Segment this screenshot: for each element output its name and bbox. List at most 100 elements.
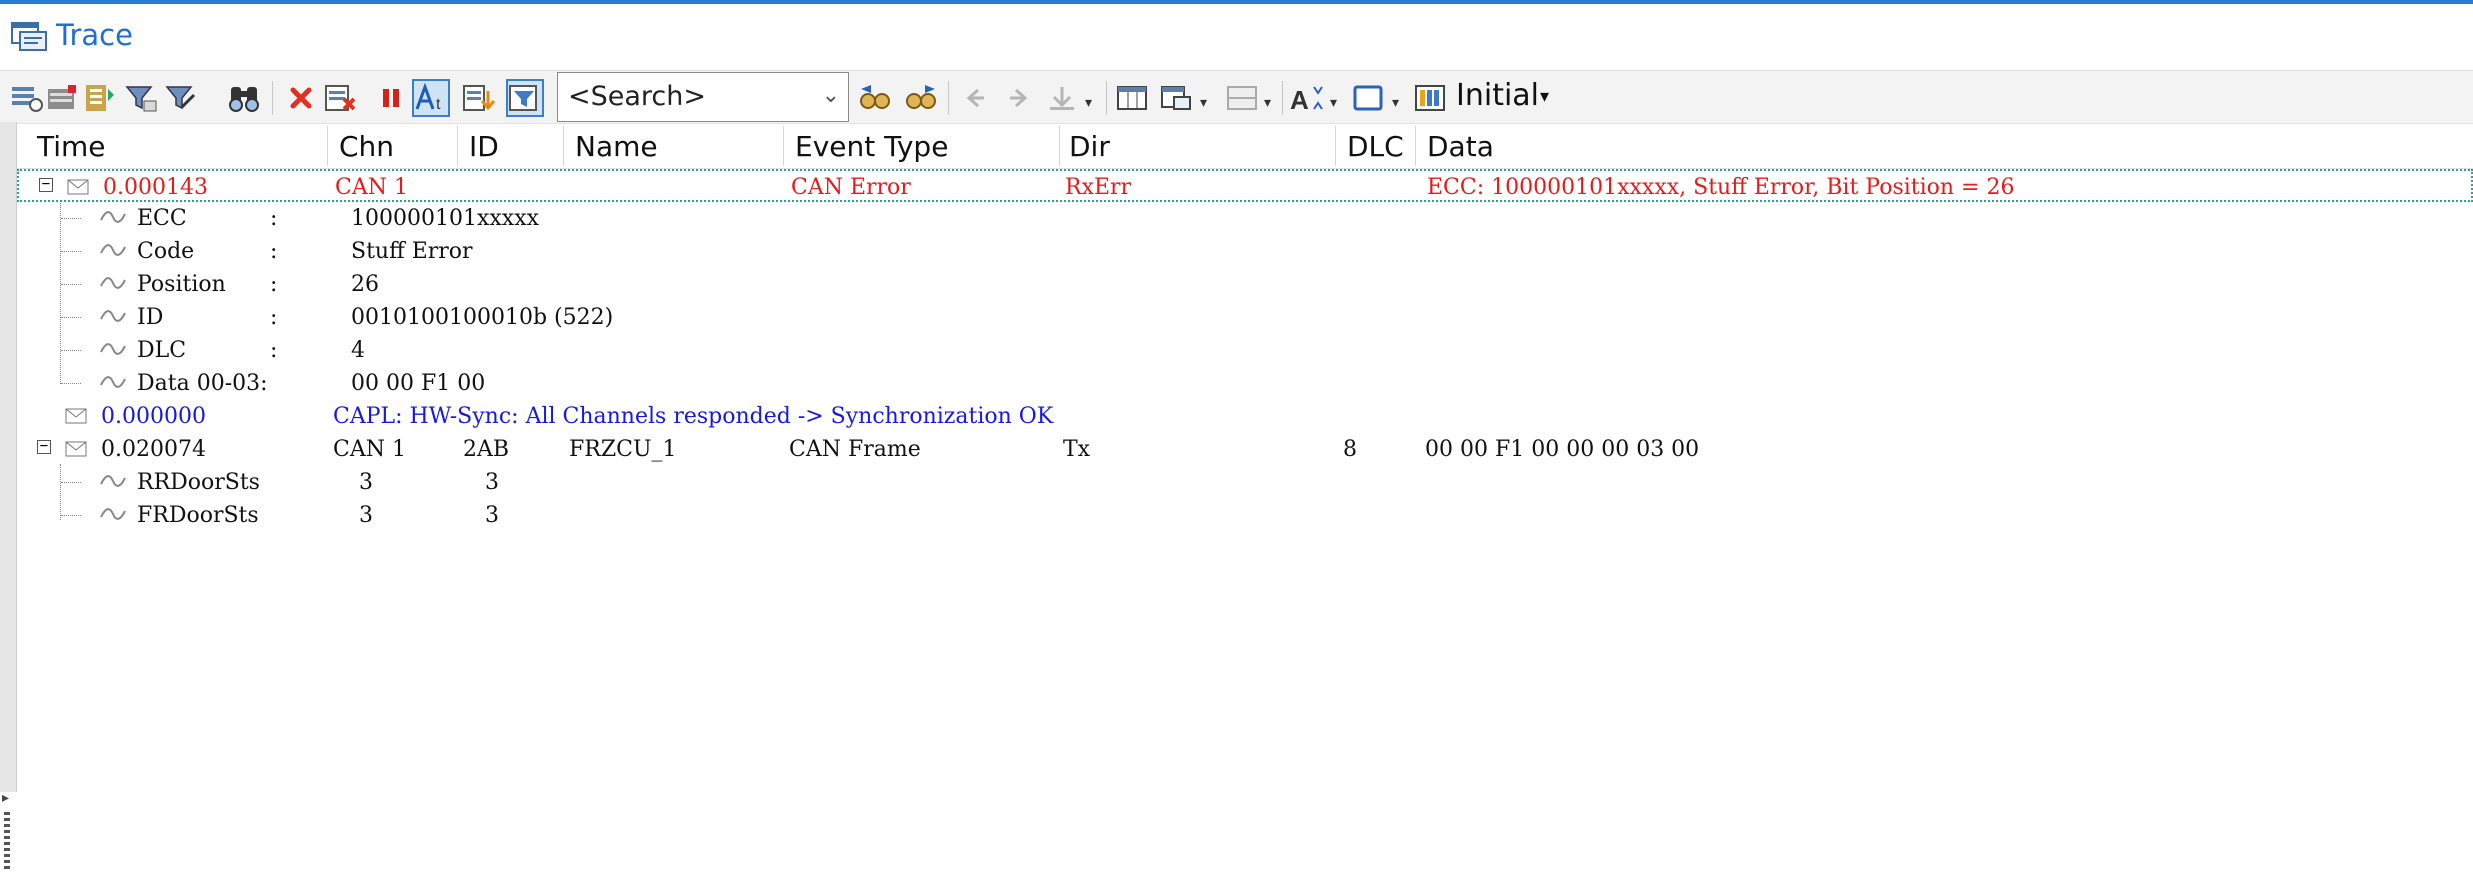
column-divider[interactable] (1335, 126, 1336, 166)
chronological-view-icon[interactable] (44, 79, 82, 117)
color-scheme-icon[interactable] (1412, 79, 1450, 117)
signal-name: RRDoorSts (137, 470, 260, 495)
detail-value: 00 00 F1 00 (351, 371, 486, 396)
column-dir[interactable]: Dir (1069, 130, 1110, 163)
search-dropdown-icon[interactable]: ⌄ (822, 83, 840, 108)
collapse-icon[interactable]: − (37, 439, 51, 454)
find-icon[interactable] (226, 79, 264, 117)
detail-name: Data 00-03: (137, 371, 268, 396)
signal-row[interactable]: FRDoorSts 3 3 (17, 499, 2473, 532)
marker-icon[interactable] (1044, 79, 1082, 117)
error-detail-row[interactable]: ECC : 100000101xxxxx (17, 202, 2473, 235)
row-name: FRZCU_1 (569, 437, 677, 462)
column-divider[interactable] (1415, 126, 1416, 166)
signal-row[interactable]: RRDoorSts 3 3 (17, 466, 2473, 499)
toolbar-separator (1106, 81, 1107, 115)
filter-edit-icon[interactable] (162, 79, 200, 117)
detail-name: DLC (137, 338, 187, 363)
column-divider[interactable] (563, 126, 564, 166)
column-divider[interactable] (327, 126, 328, 166)
trace-row-can-error[interactable]: − 0.000143 CAN 1 CAN Error RxErr ECC: 10… (17, 169, 2473, 202)
error-detail-row[interactable]: Position : 26 (17, 268, 2473, 301)
signal-raw-value: 3 (359, 503, 373, 528)
time-mode-icon[interactable]: t (412, 79, 450, 117)
column-time[interactable]: Time (37, 130, 106, 163)
detail-separator: : (270, 338, 278, 363)
column-chn[interactable]: Chn (339, 130, 394, 163)
row-dlc: 8 (1343, 437, 1357, 462)
layout-dropdown-arrow[interactable]: ▾ (1200, 95, 1207, 111)
tree-connector (61, 515, 81, 516)
back-icon[interactable] (956, 79, 994, 117)
scroll-view-icon[interactable] (80, 79, 118, 117)
find-next-icon[interactable] (902, 79, 940, 117)
split-icon[interactable] (1224, 79, 1262, 117)
column-divider[interactable] (783, 126, 784, 166)
error-detail-row[interactable]: Data 00-03: 00 00 F1 00 (17, 367, 2473, 400)
tree-connector (61, 218, 81, 219)
row-time: 0.020074 (101, 437, 206, 462)
collapse-icon[interactable]: − (39, 177, 53, 192)
search-input[interactable]: <Search> (568, 81, 706, 112)
clear-trace-icon[interactable] (322, 79, 360, 117)
clear-icon[interactable] (282, 79, 320, 117)
split-dropdown-arrow[interactable]: ▾ (1264, 95, 1271, 111)
filter-icon[interactable] (122, 79, 160, 117)
view-selector-dropdown-arrow[interactable]: ▾ (1540, 86, 1549, 107)
window-layout-icon[interactable] (1350, 79, 1388, 117)
search-box[interactable]: <Search> ⌄ (557, 72, 849, 122)
row-capl-text: CAPL: HW-Sync: All Channels responded ->… (333, 404, 1054, 429)
column-event-type[interactable]: Event Type (795, 130, 948, 163)
layout-icon[interactable] (1158, 79, 1196, 117)
signal-raw-value: 3 (359, 470, 373, 495)
trace-window-icon (11, 22, 47, 51)
marker-dropdown-arrow[interactable]: ▾ (1085, 95, 1092, 111)
analysis-filter-icon[interactable] (506, 79, 544, 117)
dock-gripper-icon[interactable] (4, 812, 10, 872)
font-dropdown-arrow[interactable]: ▾ (1330, 95, 1337, 111)
detail-view-icon[interactable] (8, 79, 46, 117)
error-detail-row[interactable]: ID : 0010100100010b (522) (17, 301, 2473, 334)
columns-icon[interactable] (1114, 79, 1152, 117)
error-detail-row[interactable]: DLC : 4 (17, 334, 2473, 367)
detail-separator: : (270, 272, 278, 297)
forward-icon[interactable] (1000, 79, 1038, 117)
row-chn: CAN 1 (333, 437, 406, 462)
dock-expand-arrow-icon[interactable]: ▸ (2, 790, 9, 806)
detail-name: ECC (137, 206, 187, 231)
signal-physical-value: 3 (485, 503, 499, 528)
column-divider[interactable] (457, 126, 458, 166)
left-dock-bar: ▸ (0, 122, 17, 872)
column-divider[interactable] (1059, 126, 1060, 166)
signal-name: FRDoorSts (137, 503, 259, 528)
row-time: 0.000143 (103, 175, 208, 200)
signal-wave-icon (100, 343, 126, 355)
signal-wave-icon (100, 310, 126, 322)
signal-wave-icon (100, 277, 126, 289)
detail-name: ID (137, 305, 164, 330)
find-previous-icon[interactable] (856, 79, 894, 117)
pause-icon[interactable] (372, 79, 410, 117)
trace-row-can-frame[interactable]: − 0.020074 CAN 1 2AB FRZCU_1 CAN Frame T… (17, 433, 2473, 466)
message-icon (67, 179, 89, 195)
row-time: 0.000000 (101, 404, 206, 429)
window-dropdown-arrow[interactable]: ▾ (1392, 95, 1399, 111)
row-event-type: CAN Frame (789, 437, 921, 462)
error-detail-row[interactable]: Code : Stuff Error (17, 235, 2473, 268)
column-data[interactable]: Data (1427, 130, 1494, 163)
font-size-icon[interactable]: A (1288, 79, 1326, 117)
trace-row-capl[interactable]: 0.000000 CAPL: HW-Sync: All Channels res… (17, 400, 2473, 433)
row-id: 2AB (463, 437, 510, 462)
toolbar-separator (1282, 81, 1283, 115)
detail-value: Stuff Error (351, 239, 473, 264)
autoscroll-icon[interactable] (460, 79, 498, 117)
signal-physical-value: 3 (485, 470, 499, 495)
view-selector-label[interactable]: Initial (1456, 78, 1539, 113)
column-name[interactable]: Name (575, 130, 658, 163)
toolbar: t ▾ ▾ ▾ A ▾ ▾ (0, 70, 2473, 124)
column-dlc[interactable]: DLC (1347, 130, 1404, 163)
column-id[interactable]: ID (469, 130, 499, 163)
row-chn: CAN 1 (335, 175, 408, 200)
window-title: Trace (56, 18, 133, 52)
svg-text:A: A (1290, 85, 1309, 113)
